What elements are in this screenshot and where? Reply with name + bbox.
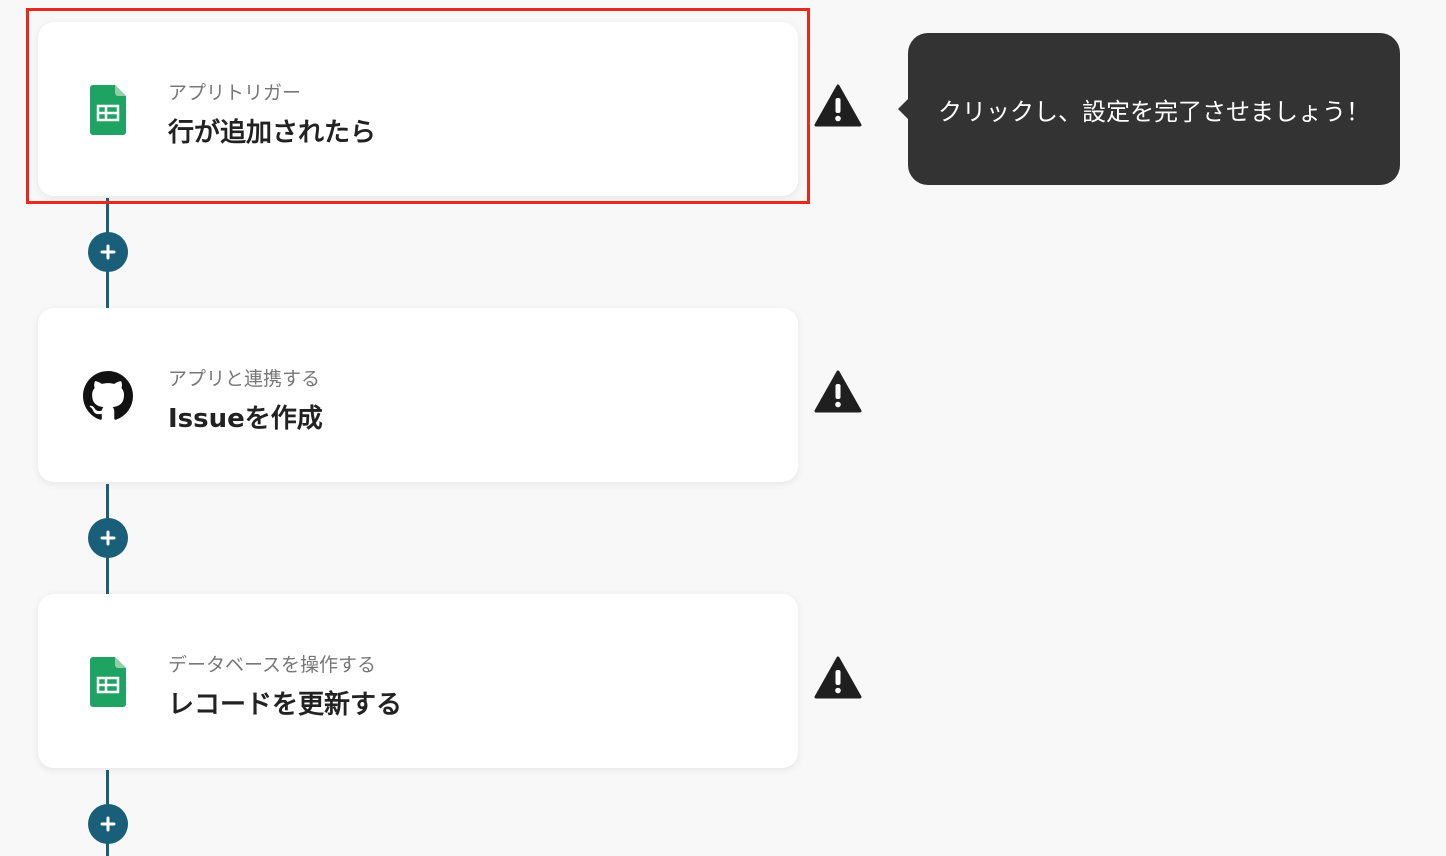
step-label: データベースを操作する <box>168 654 377 676</box>
add-step-button[interactable] <box>88 232 128 272</box>
step-title: Issueを作成 <box>168 404 323 434</box>
warning-icon[interactable] <box>812 368 864 416</box>
tooltip-text: クリックし、設定を完了させましょう！ <box>938 97 1370 126</box>
add-step-button[interactable] <box>88 518 128 558</box>
setup-tooltip: クリックし、設定を完了させましょう！ <box>898 33 1400 185</box>
warning-icon[interactable] <box>812 654 864 702</box>
plus-icon <box>100 244 116 260</box>
flow-step-card-action[interactable]: アプリと連携する Issueを作成 <box>38 308 798 482</box>
google-sheets-icon <box>82 656 134 708</box>
plus-icon <box>100 816 116 832</box>
warning-icon[interactable] <box>812 82 864 130</box>
step-title: レコードを更新する <box>168 690 403 720</box>
step-label: アプリトリガー <box>168 82 302 104</box>
flow-step-card-trigger[interactable]: アプリトリガー 行が追加されたら <box>38 22 798 196</box>
step-title: 行が追加されたら <box>168 118 377 148</box>
add-step-button[interactable] <box>88 804 128 844</box>
google-sheets-icon <box>82 84 134 136</box>
plus-icon <box>100 530 116 546</box>
flow-step-card-database[interactable]: データベースを操作する レコードを更新する <box>38 594 798 768</box>
github-icon <box>82 370 134 422</box>
step-label: アプリと連携する <box>168 368 321 390</box>
